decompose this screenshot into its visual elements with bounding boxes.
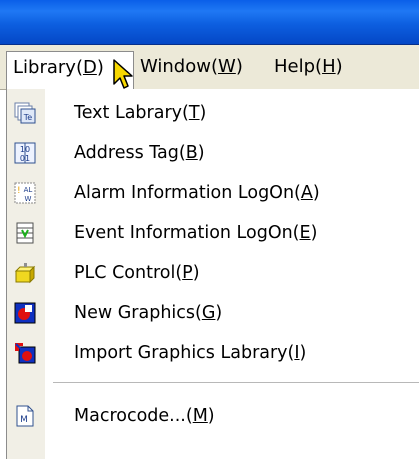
label-close: ) [215, 303, 223, 323]
alarm-glyph-bottom: W [25, 195, 32, 203]
label-text: Text Labrary( [74, 103, 189, 123]
menu-item-label: Alarm Information LogOn(A) [74, 173, 320, 213]
alarm-info-icon: ! AL W [14, 182, 36, 204]
menu-item-address-tag[interactable]: 10 01 Address Tag(B) [7, 133, 419, 173]
library-dropdown-menu: Te Text Labrary(T) 10 01 Address Tag(B) … [6, 89, 419, 459]
label-accel: G [201, 303, 216, 323]
menu-window[interactable]: Window(W) [134, 51, 249, 83]
menu-item-event-information[interactable]: Event Information LogOn(E) [7, 213, 419, 253]
menu-item-macrocode[interactable]: M Macrocode...(M) [7, 396, 419, 436]
menu-bar: Library(D) Window(W) Help(H) [0, 45, 419, 90]
label-text: Alarm Information LogOn( [74, 183, 301, 203]
menu-item-label: New Graphics(G) [74, 293, 222, 333]
plc-control-icon [14, 263, 36, 284]
label-text: Import Graphics Labrary( [74, 343, 295, 363]
menu-library-close: ) [96, 57, 104, 78]
label-close: ) [199, 103, 207, 123]
label-text: PLC Control( [74, 263, 183, 283]
label-close: ) [299, 343, 307, 363]
label-text: Macrocode...( [74, 406, 193, 426]
menu-item-label: Event Information LogOn(E) [74, 213, 317, 253]
menu-window-accel: W [218, 56, 236, 77]
address-tag-glyph-top: 10 [20, 145, 30, 154]
new-graphics-icon [14, 302, 36, 324]
menu-item-label: Import Graphics Labrary(I) [74, 333, 306, 373]
alarm-glyph-top: AL [24, 186, 33, 194]
menu-item-label: Address Tag(B) [74, 133, 205, 173]
menu-item-alarm-information[interactable]: ! AL W Alarm Information LogOn(A) [7, 173, 419, 213]
label-text: Address Tag( [74, 143, 186, 163]
mouse-pointer-icon [113, 59, 133, 89]
label-accel: A [300, 183, 313, 203]
macrocode-glyph: M [20, 415, 28, 425]
menu-item-plc-control[interactable]: PLC Control(P) [7, 253, 419, 293]
menu-item-label: PLC Control(P) [74, 253, 200, 293]
address-tag-icon: 10 01 [14, 142, 36, 164]
text-library-icon: Te [14, 102, 36, 124]
text-library-glyph: Te [23, 113, 33, 122]
menu-separator [53, 382, 419, 383]
label-close: ) [312, 183, 320, 203]
label-close: ) [207, 406, 215, 426]
label-text: Event Information LogOn( [74, 223, 300, 243]
address-tag-glyph-bottom: 01 [20, 154, 30, 163]
macrocode-icon: M [16, 405, 34, 427]
menu-help[interactable]: Help(H) [268, 51, 349, 83]
label-accel: T [188, 103, 200, 123]
menu-help-text: Help( [274, 56, 323, 77]
menu-library-accel: D [82, 57, 97, 78]
import-graphics-icon [15, 343, 36, 364]
label-accel: B [185, 143, 198, 163]
label-close: ) [192, 263, 200, 283]
menu-item-import-graphics[interactable]: Import Graphics Labrary(I) [7, 333, 419, 373]
label-accel: E [299, 223, 311, 243]
label-text: New Graphics( [74, 303, 202, 323]
event-info-icon [16, 222, 34, 244]
menu-window-close: ) [235, 56, 243, 77]
menu-help-accel: H [322, 56, 336, 77]
alarm-exclamation: ! [17, 186, 21, 196]
menu-window-text: Window( [140, 56, 218, 77]
title-bar [0, 0, 419, 45]
menu-item-new-graphics[interactable]: New Graphics(G) [7, 293, 419, 333]
menu-item-label: Text Labrary(T) [74, 93, 206, 133]
label-close: ) [197, 143, 205, 163]
menu-library-text: Library( [13, 57, 83, 78]
label-accel: M [192, 406, 208, 426]
menu-item-label: Macrocode...(M) [74, 396, 215, 436]
label-close: ) [310, 223, 318, 243]
menu-item-text-library[interactable]: Te Text Labrary(T) [7, 93, 419, 133]
menu-help-close: ) [335, 56, 343, 77]
label-accel: P [182, 263, 193, 283]
